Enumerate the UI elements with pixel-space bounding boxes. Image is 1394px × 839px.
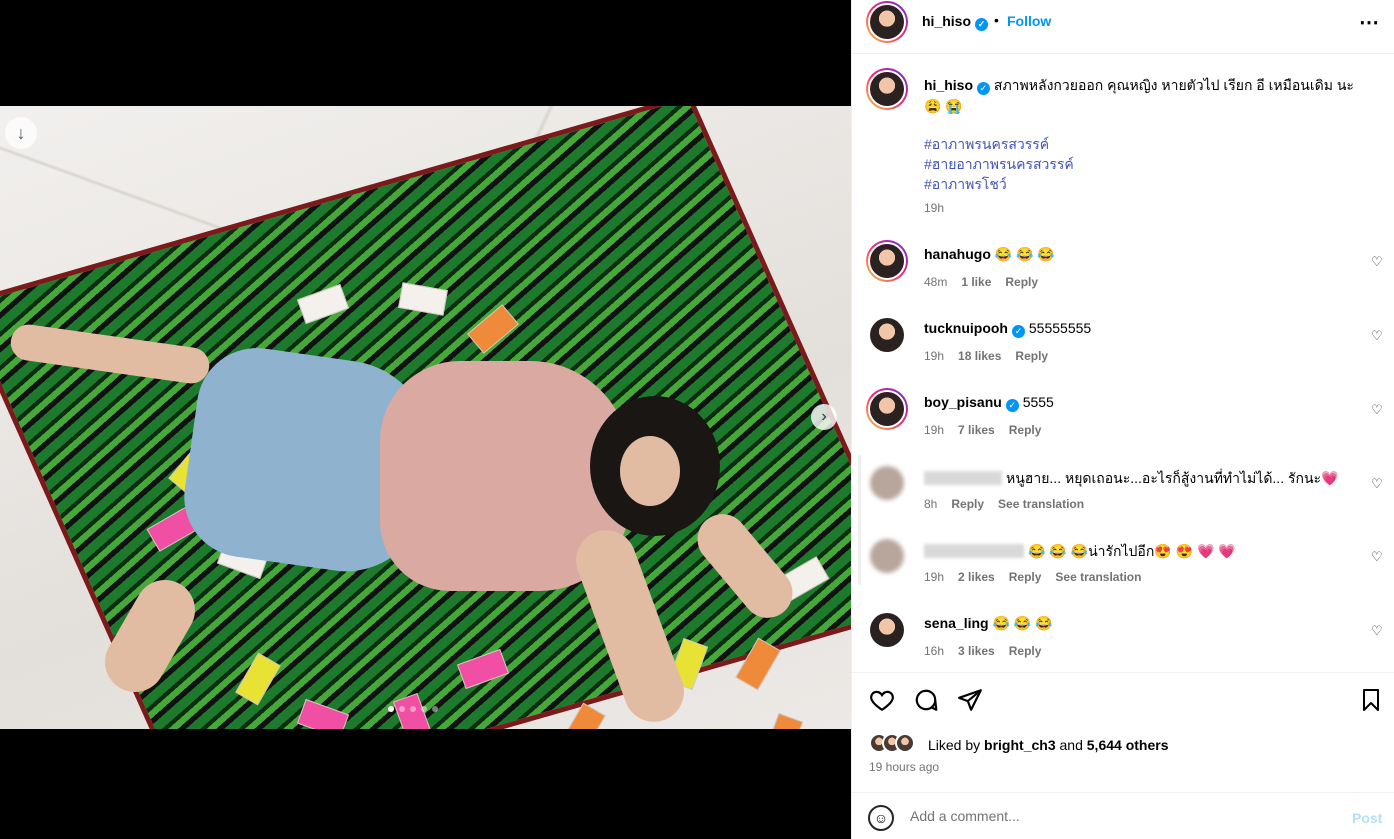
download-icon[interactable]: ↓ [5, 117, 37, 149]
hashtag-link[interactable]: #อาภาพรโชว์ [924, 174, 1074, 194]
carousel-dot [399, 706, 405, 712]
comment-item: 😂 😂 😂น่ารักไปอีก😍 😍 💗 💗 19h 2 likes Reply S… [852, 535, 1394, 595]
comment-item: boy_pisanu ✓ 5555 19h 7 likes Reply ♡ [852, 388, 1394, 448]
author-username[interactable]: hi_hiso [922, 13, 971, 29]
caption-body: สภาพหลังกวยออก คุณหญิง หายตัวไป เรียก อี… [924, 77, 1354, 114]
reply-button[interactable]: Reply [1009, 423, 1042, 437]
follow-button[interactable]: Follow [1007, 13, 1051, 29]
comment-likes[interactable]: 2 likes [958, 570, 995, 584]
post-actions: Liked by bright_ch3 and 5,644 others 19 … [852, 672, 1394, 792]
emoji-icon[interactable]: ☺ [868, 805, 894, 831]
see-translation-link[interactable]: See translation [998, 497, 1084, 511]
comment-item: หนูฮาย... หยุดเถอนะ...อะไรก็สู้งานที่ทำไ… [852, 462, 1394, 522]
caption-avatar[interactable] [866, 68, 908, 110]
comment-username[interactable]: tucknuipooh [924, 320, 1008, 336]
comment-item: hanahugo 😂 😂 😂 48m 1 like Reply ♡ [852, 240, 1394, 300]
like-comment-icon[interactable]: ♡ [1371, 623, 1383, 639]
commenter-avatar[interactable] [870, 318, 904, 352]
comment-item: sena_ling 😂 😂 😂 16h 3 likes Reply ♡ [852, 609, 1394, 669]
share-paper-plane-icon[interactable] [957, 687, 983, 713]
comment-item: tucknuipooh ✓ 55555555 19h 18 likes Reply ♡ [852, 314, 1394, 374]
post-comment-button[interactable]: Post [1352, 810, 1382, 826]
commenter-avatar[interactable] [870, 613, 904, 647]
like-comment-icon[interactable]: ♡ [1371, 549, 1383, 565]
comment-input[interactable] [910, 801, 1310, 831]
comment-text: 😂 😂 😂น่ารักไปอีก😍 😍 💗 💗 [1028, 543, 1236, 559]
verified-badge-icon: ✓ [975, 18, 989, 31]
reply-button[interactable]: Reply [951, 497, 984, 511]
commenter-avatar[interactable] [866, 240, 908, 282]
comment-time: 16h [924, 644, 945, 658]
likes-and: and [1059, 737, 1083, 753]
comment-username[interactable]: hanahugo [924, 246, 991, 262]
comment-time: 19h [924, 570, 945, 584]
comment-username[interactable]: sena_ling [924, 615, 989, 631]
like-comment-icon[interactable]: ♡ [1371, 402, 1383, 418]
comment-text: 😂 😂 😂 [992, 615, 1053, 631]
commenter-avatar[interactable] [866, 388, 908, 430]
comment-time: 19h [924, 349, 945, 363]
liker-avatar [895, 733, 915, 753]
carousel-indicator [388, 706, 438, 712]
like-comment-icon[interactable]: ♡ [1371, 254, 1383, 270]
post-time-ago: 19 hours ago [869, 760, 940, 774]
more-options-icon[interactable]: ⋯ [1359, 10, 1380, 35]
post-header: hi_hiso ✓ • Follow ⋯ [852, 0, 1394, 54]
add-comment-bar: ☺ Post [852, 792, 1394, 839]
person-face [620, 436, 680, 506]
like-comment-icon[interactable]: ♡ [1371, 328, 1383, 344]
blurred-avatar[interactable] [870, 539, 904, 573]
comment-time: 19h [924, 423, 945, 437]
comment-text: หนูฮาย... หยุดเถอนะ...อะไรก็สู้งานที่ทำไ… [1006, 470, 1339, 486]
reply-button[interactable]: Reply [1009, 570, 1042, 584]
liker-username[interactable]: bright_ch3 [984, 737, 1056, 753]
next-slide-icon[interactable]: › [811, 404, 837, 430]
caption-username[interactable]: hi_hiso [924, 77, 973, 93]
comment-time: 8h [924, 497, 938, 511]
comment-text: 5555 [1022, 394, 1054, 410]
carousel-dot [410, 706, 416, 712]
caption-timestamp: 19h [924, 201, 945, 215]
comment-likes[interactable]: 3 likes [958, 644, 995, 658]
carousel-dot [421, 706, 427, 712]
blurred-username[interactable] [924, 544, 1024, 558]
reply-button[interactable]: Reply [1005, 275, 1038, 289]
post-media-pane: ↓ › [0, 0, 851, 839]
comment-text: 😂 😂 😂 [994, 246, 1055, 262]
comment-username[interactable]: boy_pisanu [924, 394, 1002, 410]
comment-likes[interactable]: 1 like [961, 275, 991, 289]
comment-text: 55555555 [1028, 320, 1092, 336]
verified-badge-icon: ✓ [977, 82, 991, 95]
author-avatar[interactable] [866, 1, 908, 43]
carousel-dot [432, 706, 438, 712]
save-bookmark-icon[interactable] [1359, 687, 1383, 713]
like-comment-icon[interactable]: ♡ [1371, 476, 1383, 492]
hashtag-link[interactable]: #ฮายอาภาพรนครสวรรค์ [924, 154, 1074, 174]
verified-badge-icon: ✓ [1012, 325, 1025, 338]
hashtag-link[interactable]: #อาภาพรนครสวรรค์ [924, 134, 1074, 154]
post-side-pane: hi_hiso ✓ • Follow ⋯ hi_hiso ✓ สภาพหลังกวย… [851, 0, 1394, 839]
comment-bubble-icon[interactable] [913, 687, 939, 713]
see-translation-link[interactable]: See translation [1055, 570, 1141, 584]
carousel-dot [388, 706, 394, 712]
likes-others-count[interactable]: 5,644 others [1087, 737, 1169, 753]
caption-text: hi_hiso ✓ สภาพหลังกวยออก คุณหญิง หายตัวไป… [924, 75, 1364, 117]
comment-likes[interactable]: 18 likes [958, 349, 1001, 363]
separator-dot: • [994, 12, 999, 28]
reply-button[interactable]: Reply [1015, 349, 1048, 363]
blurred-username[interactable] [924, 471, 1002, 485]
comment-time: 48m [924, 275, 948, 289]
hashtag-list: #อาภาพรนครสวรรค์ #ฮายอาภาพรนครสวรรค์ #อา… [924, 134, 1074, 194]
likes-prefix: Liked by [928, 737, 981, 753]
blurred-avatar[interactable] [870, 466, 904, 500]
verified-badge-icon: ✓ [1005, 399, 1019, 412]
like-heart-icon[interactable] [869, 687, 895, 713]
likes-summary[interactable]: Liked by bright_ch3 and 5,644 others [928, 737, 1168, 753]
reply-button[interactable]: Reply [1009, 644, 1042, 658]
post-photo[interactable] [0, 106, 851, 729]
liker-avatars[interactable] [869, 733, 915, 753]
comment-likes[interactable]: 7 likes [958, 423, 995, 437]
